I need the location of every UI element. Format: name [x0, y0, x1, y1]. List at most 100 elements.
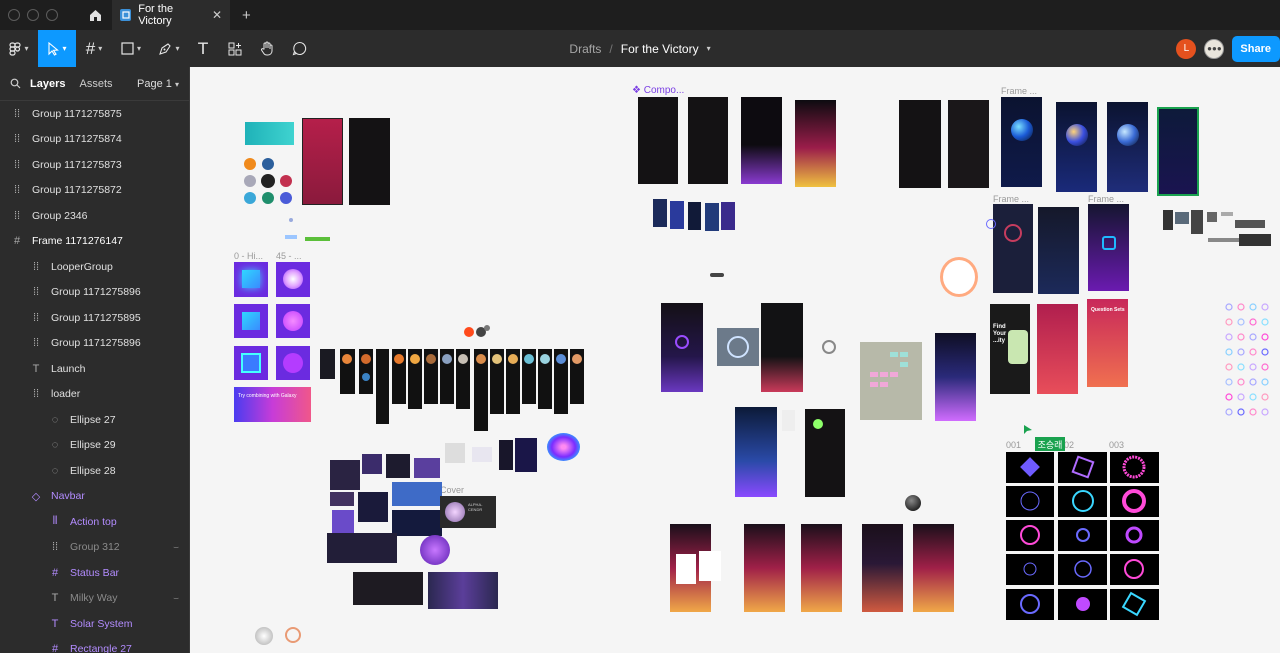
layer-row[interactable]: ⁞⁞ Group 1171275873	[0, 152, 189, 178]
frame-label[interactable]: 003	[1109, 440, 1124, 450]
moodboard-grid[interactable]	[327, 533, 397, 563]
tab-layers[interactable]: Layers	[30, 78, 65, 90]
screen-frame[interactable]	[805, 409, 845, 497]
ring-element[interactable]	[822, 340, 836, 354]
screen-frame[interactable]	[993, 204, 1033, 293]
layer-row[interactable]: ⁞⁞ Group 1171275872	[0, 178, 189, 204]
promo-card[interactable]: Try combining with Galaxy	[234, 387, 311, 422]
breadcrumb-drafts[interactable]: Drafts	[569, 42, 601, 56]
layer-row[interactable]: ⦀ Action top	[0, 509, 189, 535]
gradient-screen[interactable]	[801, 524, 842, 612]
gradient-screen[interactable]	[744, 524, 785, 612]
planet-image[interactable]	[420, 535, 450, 565]
frame-label[interactable]: 001	[1006, 440, 1021, 450]
moodboard-grid[interactable]	[428, 572, 498, 609]
comment-tool-button[interactable]	[282, 30, 316, 67]
gradient-tile[interactable]	[276, 346, 310, 380]
layer-row[interactable]: ⁞⁞ loader	[0, 382, 189, 408]
thumbnail-strip[interactable]	[653, 199, 735, 231]
planet-screens-row[interactable]	[320, 349, 586, 431]
screen-frame[interactable]	[638, 97, 678, 184]
components-label[interactable]: ❖ Compo...	[632, 85, 684, 96]
hidden-eye-icon[interactable]: ⌣	[173, 542, 179, 553]
layer-row[interactable]: ◌ Ellipse 27	[0, 407, 189, 433]
layer-row[interactable]: ⁞⁞ Group 1171275895	[0, 305, 189, 331]
screen-frame[interactable]	[735, 407, 777, 497]
frame-label[interactable]: 02	[1064, 440, 1074, 450]
frame-label[interactable]: Frame ...	[1088, 194, 1124, 204]
layer-row[interactable]: T Solar System	[0, 611, 189, 637]
layer-row[interactable]: # Frame 1171276147	[0, 229, 189, 255]
orbit-sticker[interactable]	[463, 324, 491, 342]
frame-label[interactable]: 45 - ...	[276, 251, 302, 261]
layer-row[interactable]: ⁞⁞ Group 312 ⌣	[0, 535, 189, 561]
screen-frame[interactable]: Find Your ...ity	[990, 304, 1030, 394]
file-tab[interactable]: For the Victory ✕	[112, 0, 230, 30]
layer-row[interactable]: ⁞⁞ Group 1171275896	[0, 280, 189, 306]
tab-assets[interactable]: Assets	[79, 78, 112, 90]
layer-row[interactable]: ⁞⁞ Group 1171275875	[0, 101, 189, 127]
planet-swatches[interactable]	[243, 157, 293, 205]
ring-element[interactable]	[940, 257, 978, 297]
avatar[interactable]: ●●●	[1204, 38, 1225, 59]
screen-frame[interactable]	[761, 303, 803, 392]
loader-ball[interactable]	[255, 627, 273, 645]
question-screen[interactable]: Question Sets	[1087, 299, 1128, 387]
loader-screen[interactable]	[661, 303, 703, 392]
maximize-window-button[interactable]	[46, 9, 58, 21]
gradient-screen[interactable]	[862, 524, 903, 612]
gradient-tile[interactable]	[234, 346, 268, 380]
component-cluster[interactable]	[1163, 206, 1280, 251]
layer-row[interactable]: ⁞⁞ LooperGroup	[0, 254, 189, 280]
chevron-down-icon[interactable]: ▾	[707, 44, 711, 53]
hidden-eye-icon[interactable]: ⌣	[173, 593, 179, 604]
loader-ring[interactable]	[285, 627, 301, 643]
asset-thumb[interactable]	[499, 440, 513, 470]
pen-tool-button[interactable]: ▾	[150, 30, 188, 67]
hand-tool-button[interactable]	[252, 30, 282, 67]
planet-illustration[interactable]	[547, 433, 580, 461]
selected-screen-frame[interactable]	[1157, 107, 1199, 196]
close-tab-icon[interactable]: ✕	[212, 8, 222, 22]
cover-card[interactable]: ALPHA-CENDR	[440, 496, 496, 528]
small-assets[interactable]	[285, 217, 330, 243]
screen-frame[interactable]	[948, 100, 989, 188]
frame-label[interactable]: Frame ...	[993, 194, 1029, 204]
text-tool-button[interactable]: T	[188, 30, 218, 67]
shape-tool-button[interactable]: ▾	[112, 30, 150, 67]
frame-tool-button[interactable]: # ▾	[76, 30, 112, 67]
screen-frame[interactable]	[688, 97, 728, 184]
radar-card[interactable]	[717, 328, 759, 366]
screen-frame[interactable]	[1088, 204, 1129, 291]
screen-frame[interactable]	[1037, 304, 1078, 394]
ring-palette[interactable]	[1199, 286, 1279, 442]
asset-thumb[interactable]	[472, 447, 492, 462]
screen-frame[interactable]	[899, 100, 941, 188]
asset-thumb[interactable]	[445, 443, 465, 463]
moodboard-grid[interactable]	[330, 452, 444, 538]
frame-label[interactable]: Frame ...	[1001, 86, 1037, 96]
black-sphere[interactable]	[905, 495, 921, 511]
gradient-screen[interactable]	[913, 524, 954, 612]
gradient-screen[interactable]	[935, 333, 976, 421]
asset-thumb[interactable]	[782, 410, 795, 431]
gradient-tile[interactable]	[276, 304, 310, 338]
gradient-screen[interactable]	[670, 524, 721, 612]
onboarding-screen[interactable]	[1107, 102, 1148, 192]
moodboard-grid[interactable]	[353, 572, 423, 605]
shape-grid[interactable]	[1006, 452, 1160, 622]
avatar[interactable]: L	[1176, 38, 1197, 59]
layer-row[interactable]: T Milky Way ⌣	[0, 586, 189, 612]
screen-frame[interactable]	[1038, 207, 1079, 294]
screen-frame[interactable]	[302, 118, 343, 205]
color-swatch-frame[interactable]	[245, 122, 294, 145]
layer-row[interactable]: ⁞⁞ Group 1171275896	[0, 331, 189, 357]
layer-row[interactable]: ◇ Navbar	[0, 484, 189, 510]
canvas[interactable]: ❖ Compo... Frame ... Frame ... Frame ...…	[190, 67, 1280, 653]
move-tool-button[interactable]: ▾	[38, 30, 76, 67]
ring-element[interactable]	[986, 219, 996, 229]
layer-row[interactable]: # Rectangle 27	[0, 637, 189, 653]
gradient-tile[interactable]	[234, 262, 268, 297]
resources-button[interactable]	[218, 30, 252, 67]
search-icon[interactable]	[10, 78, 21, 89]
